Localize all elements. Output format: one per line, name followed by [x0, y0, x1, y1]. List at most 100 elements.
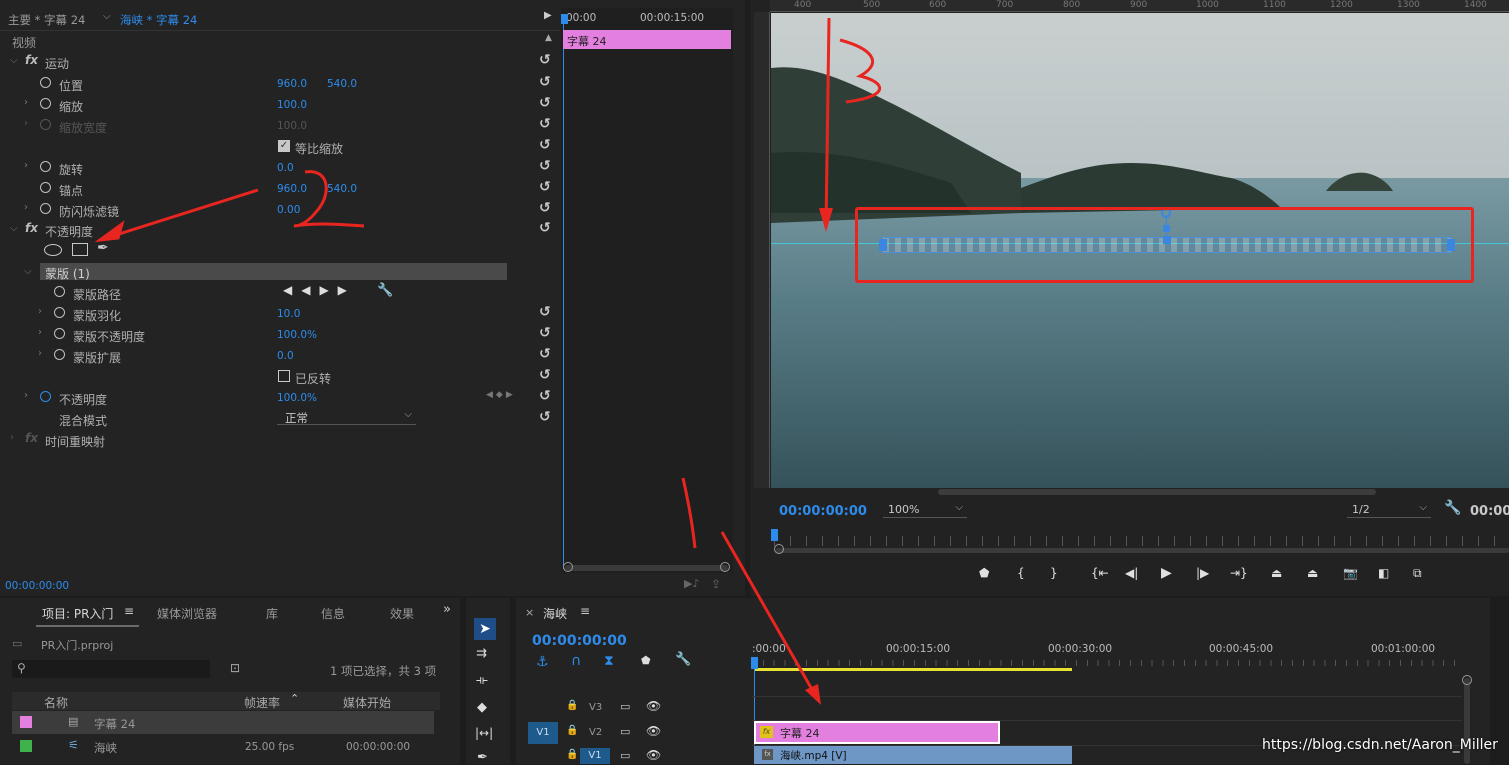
audio-solo-icon[interactable]: ▶♪ — [684, 577, 699, 590]
uniform-scale-checkbox[interactable]: ✓ — [278, 140, 290, 152]
reset-icon[interactable]: ↺ — [539, 325, 551, 341]
extract-icon[interactable]: ⏏ — [1307, 566, 1318, 580]
stopwatch-icon[interactable] — [40, 182, 51, 193]
step-back-icon[interactable]: ◀| — [1125, 566, 1138, 580]
selection-tool-icon[interactable]: ➤ — [474, 618, 496, 640]
play-icon[interactable]: ▶ — [1161, 565, 1172, 581]
anchor-y[interactable]: 540.0 — [327, 183, 357, 195]
lock-icon[interactable]: 🔒 — [566, 725, 578, 736]
ec-tab-clip[interactable]: 海峡 * 字幕 24 — [120, 12, 197, 28]
list-item[interactable]: ▤ 字幕 24 — [12, 711, 434, 734]
chevron-open-icon[interactable]: ⌵ — [24, 266, 32, 277]
chevron-right-icon[interactable]: › — [10, 432, 14, 443]
flicker-value[interactable]: 0.00 — [277, 204, 300, 216]
keyframe-nav-icon[interactable]: ◀◆▶ — [486, 390, 516, 400]
linked-selection-icon[interactable]: ⧗ — [604, 653, 614, 669]
mark-in-icon[interactable]: { — [1017, 566, 1025, 580]
razor-tool-icon[interactable]: ◆ — [477, 700, 487, 715]
inverted-checkbox[interactable] — [278, 370, 290, 382]
reset-icon[interactable]: ↺ — [539, 367, 551, 383]
reset-icon[interactable]: ↺ — [539, 304, 551, 320]
quality-select[interactable]: 1/2 ⌵ — [1347, 502, 1431, 518]
timeline-ruler[interactable]: :00:00 00:00:15:00 00:00:30:00 00:00:45:… — [752, 640, 1458, 668]
work-area-bar[interactable] — [754, 668, 1072, 671]
opacity-value[interactable]: 100.0 — [277, 392, 307, 404]
reset-icon[interactable]: ↺ — [539, 74, 551, 90]
position-y[interactable]: 540.0 — [327, 78, 357, 90]
stopwatch-icon[interactable] — [54, 328, 65, 339]
stopwatch-icon[interactable] — [40, 203, 51, 214]
reset-icon[interactable]: ↺ — [539, 346, 551, 362]
chevron-right-icon[interactable]: › — [38, 327, 42, 338]
vscroll-handle[interactable] — [1462, 675, 1472, 685]
scale-value[interactable]: 100.0 — [277, 99, 307, 111]
reset-icon[interactable]: ↺ — [539, 116, 551, 132]
play-only-icon[interactable]: ▶ — [544, 10, 552, 21]
chevron-right-icon[interactable]: › — [24, 97, 28, 108]
program-zoom-bar[interactable] — [776, 548, 1509, 553]
sync-lock-icon[interactable]: ▭ — [620, 725, 630, 738]
comparison-view-icon[interactable]: ◧ — [1378, 566, 1389, 580]
track-name-v2[interactable]: V2 — [589, 727, 602, 738]
mark-out-icon[interactable]: } — [1050, 566, 1058, 580]
stopwatch-icon[interactable] — [54, 349, 65, 360]
add-marker-icon[interactable]: ⬟ — [979, 566, 989, 580]
col-name[interactable]: 名称 — [44, 694, 68, 711]
tab-library[interactable]: 库 — [266, 605, 278, 622]
rotation-value[interactable]: 0.0 — [277, 162, 294, 174]
reset-icon[interactable]: ↺ — [539, 179, 551, 195]
lift-icon[interactable]: ⏏ — [1271, 566, 1282, 580]
track-name-v1[interactable]: V1 — [580, 748, 610, 764]
eye-icon[interactable]: 👁 — [646, 748, 661, 762]
ec-scrollbar[interactable] — [565, 565, 728, 571]
add-marker-icon[interactable]: ⬟ — [641, 654, 651, 667]
sync-lock-icon[interactable]: ▭ — [620, 700, 630, 713]
chevron-right-icon[interactable]: › — [38, 306, 42, 317]
chevron-right-icon[interactable]: › — [24, 160, 28, 171]
video-clip[interactable]: fx 海峡.mp4 [V] — [754, 746, 1072, 764]
wrench-icon[interactable]: 🔧 — [377, 283, 393, 298]
zoom-select[interactable]: 100% ⌵ — [883, 502, 967, 518]
scroll-handle-right[interactable] — [720, 562, 730, 572]
settings-wrench-icon[interactable]: 🔧 — [1444, 500, 1461, 516]
reset-icon[interactable]: ↺ — [539, 220, 551, 236]
export-frame-icon[interactable]: 📷 — [1343, 566, 1358, 580]
title-clip[interactable]: fx 字幕 24 — [754, 721, 1000, 744]
program-playhead[interactable] — [771, 529, 778, 541]
pen-tool-icon[interactable]: ✒ — [97, 240, 109, 256]
scroll-handle-left[interactable] — [563, 562, 573, 572]
col-fps[interactable]: 帧速率 — [244, 694, 280, 711]
sort-up-icon[interactable]: ⌃ — [290, 692, 299, 705]
stopwatch-icon[interactable] — [40, 77, 51, 88]
timeline-settings-icon[interactable]: 🔧 — [675, 652, 691, 667]
lock-icon[interactable]: 🔒 — [566, 700, 578, 711]
reset-icon[interactable]: ↺ — [539, 200, 551, 216]
reset-icon[interactable]: ↺ — [539, 158, 551, 174]
sync-lock-icon[interactable]: ▭ — [620, 749, 630, 762]
tab-media-browser[interactable]: 媒体浏览器 — [157, 605, 217, 622]
chevron-down-icon[interactable]: ⌵ — [103, 11, 111, 22]
export-icon[interactable]: ⇪ — [711, 577, 721, 591]
project-search-input[interactable]: ⚲ — [12, 660, 210, 678]
tab-info[interactable]: 信息 — [321, 605, 345, 622]
reset-icon[interactable]: ↺ — [539, 388, 551, 404]
chevron-right-icon[interactable]: › — [38, 348, 42, 359]
stopwatch-active-icon[interactable] — [40, 391, 51, 402]
monitor-hscroll[interactable] — [938, 489, 1376, 495]
collapse-up-icon[interactable]: ▲ — [545, 33, 552, 43]
track-name-v3[interactable]: V3 — [589, 702, 602, 713]
col-start[interactable]: 媒体开始 — [343, 694, 391, 711]
eye-icon[interactable]: 👁 — [646, 724, 661, 738]
ellipse-mask-icon[interactable] — [44, 244, 62, 256]
mask-feather-value[interactable]: 10.0 — [277, 308, 300, 320]
hamburger-menu-icon[interactable]: ≡ — [124, 604, 134, 618]
chevron-right-icon[interactable]: › — [24, 390, 28, 401]
ec-tab-main[interactable]: 主要 * 字幕 24 — [8, 12, 85, 28]
nest-toggle-icon[interactable]: ⚓ — [536, 654, 549, 670]
program-timecode[interactable]: 00:00:00:00 — [779, 504, 867, 519]
source-patch-v1[interactable]: V1 — [528, 722, 558, 744]
more-tabs-icon[interactable]: » — [443, 602, 451, 617]
tab-effects[interactable]: 效果 — [390, 605, 414, 622]
ec-clip-bar[interactable]: 字幕 24 — [563, 30, 731, 49]
program-zoom-handle[interactable] — [774, 544, 784, 554]
